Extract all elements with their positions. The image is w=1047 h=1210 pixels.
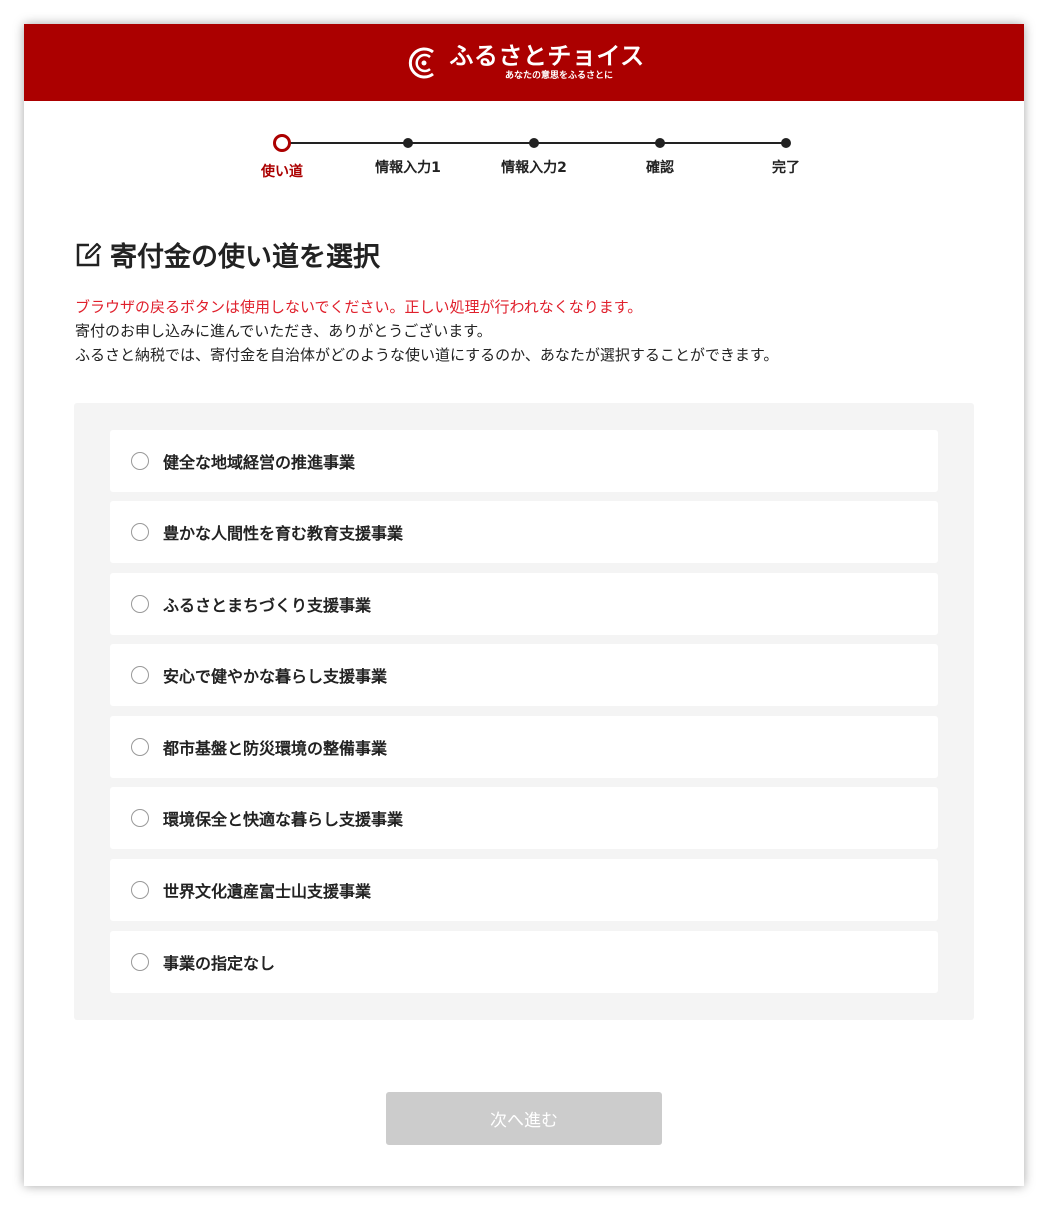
progress-stepper: 使い道 情報入力1 情報入力2 確認 完了: [204, 132, 844, 192]
usage-option-label: 豊かな人間性を育む教育支援事業: [163, 524, 404, 543]
usage-option-label: 世界文化遺産富士山支援事業: [163, 882, 372, 901]
usage-option[interactable]: ふるさとまちづくり支援事業: [110, 573, 938, 635]
step-dot: [781, 138, 791, 148]
step-label: 情報入力2: [501, 160, 567, 176]
step-usage: 使い道: [222, 132, 342, 181]
thanks-message: 寄付のお申し込みに進んでいただき、ありがとうございます。: [75, 322, 492, 340]
step-dot: [655, 138, 665, 148]
site-logo[interactable]: ふるさとチョイス あなたの意思をふるさとに: [403, 43, 644, 83]
usage-options-panel: 健全な地域経営の推進事業 豊かな人間性を育む教育支援事業 ふるさとまちづくり支援…: [74, 403, 974, 1020]
usage-option[interactable]: 世界文化遺産富士山支援事業: [110, 859, 938, 921]
step-dot: [529, 138, 539, 148]
edit-icon: [76, 242, 102, 266]
page-title-text: 寄付金の使い道を選択: [110, 242, 380, 273]
step-label: 完了: [772, 160, 800, 176]
brand-tagline: あなたの意思をふるさとに: [504, 71, 613, 81]
site-header: ふるさとチョイス あなたの意思をふるさとに: [24, 24, 1024, 101]
usage-option[interactable]: 安心で健やかな暮らし支援事業: [110, 644, 938, 706]
usage-option-label: 健全な地域経営の推進事業: [163, 453, 356, 472]
intro-text: ブラウザの戻るボタンは使用しないでください。正しい処理が行われなくなります。 寄…: [75, 295, 778, 367]
radio-button[interactable]: [131, 953, 149, 971]
step-label: 確認: [646, 160, 674, 176]
radio-button[interactable]: [131, 666, 149, 684]
next-button[interactable]: 次へ進む: [386, 1092, 662, 1145]
choice-logo-icon: [409, 47, 435, 78]
usage-option[interactable]: 豊かな人間性を育む教育支援事業: [110, 501, 938, 563]
step-label: 使い道: [261, 164, 303, 180]
usage-option-label: 環境保全と快適な暮らし支援事業: [163, 810, 404, 829]
explanation-message: ふるさと納税では、寄付金を自治体がどのような使い道にするのか、あなたが選択するこ…: [75, 346, 779, 364]
step-label: 情報入力1: [375, 160, 441, 176]
usage-option[interactable]: 環境保全と快適な暮らし支援事業: [110, 787, 938, 849]
page-title: 寄付金の使い道を選択: [74, 235, 380, 274]
step-complete: 完了: [726, 132, 846, 177]
radio-button[interactable]: [131, 738, 149, 756]
radio-button[interactable]: [131, 452, 149, 470]
step-current-indicator: [273, 134, 291, 152]
usage-option-label: 安心で健やかな暮らし支援事業: [163, 667, 388, 686]
radio-button[interactable]: [131, 523, 149, 541]
usage-option[interactable]: 都市基盤と防災環境の整備事業: [110, 716, 938, 778]
usage-option-label: 事業の指定なし: [163, 954, 276, 973]
radio-button[interactable]: [131, 595, 149, 613]
step-info-input-2: 情報入力2: [474, 132, 594, 177]
usage-option-label: ふるさとまちづくり支援事業: [163, 596, 372, 615]
logo-text: ふるさとチョイス あなたの意思をふるさとに: [449, 44, 644, 81]
step-info-input-1: 情報入力1: [348, 132, 468, 177]
usage-option[interactable]: 事業の指定なし: [110, 931, 938, 993]
usage-option[interactable]: 健全な地域経営の推進事業: [110, 430, 938, 492]
page-frame: ふるさとチョイス あなたの意思をふるさとに 使い道 情報入力1 情報入力2 確認…: [24, 24, 1024, 1186]
step-confirm: 確認: [600, 132, 720, 177]
back-button-warning: ブラウザの戻るボタンは使用しないでください。正しい処理が行われなくなります。: [75, 298, 643, 316]
brand-name: ふるさとチョイス: [449, 42, 645, 70]
usage-option-label: 都市基盤と防災環境の整備事業: [163, 739, 388, 758]
radio-button[interactable]: [131, 881, 149, 899]
radio-button[interactable]: [131, 809, 149, 827]
step-dot: [403, 138, 413, 148]
